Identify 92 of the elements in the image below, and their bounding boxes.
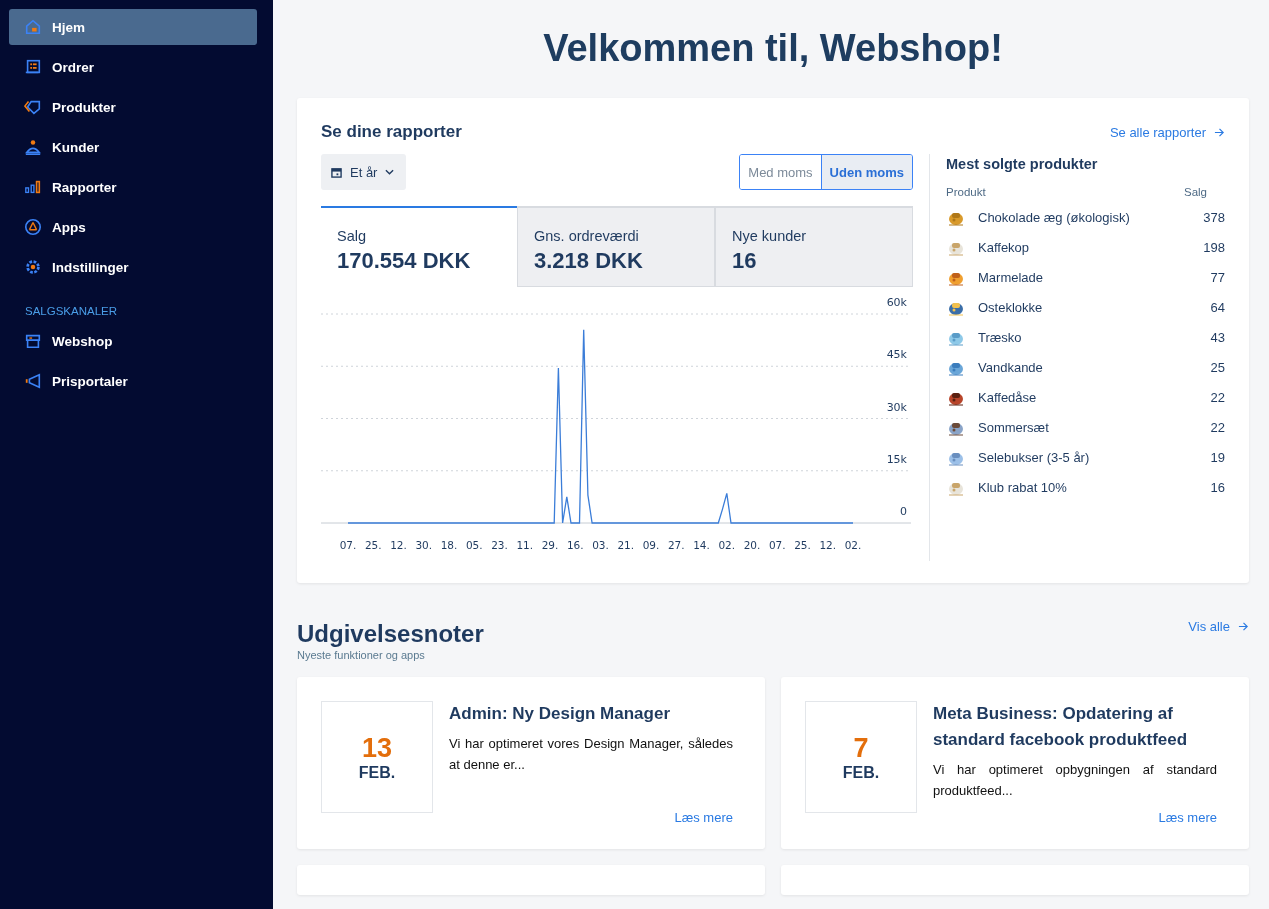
product-name: Sommersæt — [978, 419, 1050, 435]
sidebar-item[interactable]: Prisportaler — [9, 363, 257, 399]
axis-label: 07. — [768, 539, 786, 551]
sidebar-item[interactable]: Produkter — [9, 89, 257, 125]
section-title: Se dine rapporter — [321, 122, 462, 142]
axis-label: 11. — [516, 539, 534, 551]
sidebar-item[interactable]: Kunder — [9, 129, 257, 165]
axis-label: 15k — [886, 452, 907, 466]
axis-label: 25. — [364, 539, 382, 551]
sales-count: 19 — [1210, 449, 1225, 465]
sales-count: 25 — [1210, 359, 1225, 375]
date-month: FEB. — [842, 764, 880, 782]
arrow-right-icon — [1214, 126, 1225, 138]
see-all-link[interactable]: Vis alle — [1188, 619, 1249, 634]
axis-label: 0 — [900, 505, 907, 518]
axis-label: 20. — [743, 539, 761, 551]
axis-label: 23. — [491, 539, 508, 551]
axis-label: 60k — [886, 296, 907, 309]
date-month: FEB. — [358, 764, 396, 782]
bar-chart-icon — [24, 178, 42, 196]
date-day: 13 — [361, 732, 392, 764]
sales-count: 16 — [1210, 479, 1225, 495]
axis-label: 05. — [465, 539, 483, 551]
section-heading: SALGSKANALER — [24, 304, 119, 319]
note-title: Meta Business: Opdatering af standard facebook produktfeed — [933, 703, 1189, 751]
panel-title: Mest solgte produkter — [946, 156, 1099, 172]
column-header: Salg — [1183, 186, 1207, 198]
sales-count: 43 — [1210, 329, 1225, 345]
arrow-right-icon — [1238, 621, 1249, 632]
axis-label: 21. — [617, 539, 635, 551]
calendar-icon — [331, 166, 342, 178]
sidebar-item[interactable]: Apps — [9, 209, 257, 245]
apps-icon — [24, 218, 42, 236]
read-more-link[interactable]: Læs mere — [674, 810, 733, 825]
axis-label: 02. — [718, 539, 736, 551]
person-icon — [24, 138, 42, 156]
axis-label: 29. — [541, 539, 559, 551]
axis-label: 02. — [844, 539, 862, 551]
page-title: Velkommen til, Webshop! — [542, 26, 1004, 71]
axis-label: 30k — [886, 400, 907, 414]
sidebar-item[interactable]: Indstillinger — [9, 249, 257, 285]
sales-count: 22 — [1210, 389, 1225, 405]
axis-label: 25. — [794, 539, 811, 551]
see-all-reports-link[interactable]: Se alle rapporter — [1109, 124, 1225, 140]
sidebar-item[interactable]: Rapporter — [9, 169, 257, 205]
sidebar-item[interactable]: Hjem — [9, 9, 257, 45]
metric-tab[interactable]: Nye kunder 16 — [715, 206, 913, 287]
product-name: Træsko — [978, 329, 1023, 345]
note-text: Vi har optimeret opbygningen af standard produktfeed... — [933, 761, 1217, 800]
product-name: Kaffedåse — [978, 389, 1038, 405]
axis-label: 12. — [390, 539, 407, 551]
axis-label: 27. — [667, 539, 685, 551]
product-name: Selebukser (3-5 år) — [978, 449, 1091, 465]
read-more-link[interactable]: Læs mere — [1158, 810, 1217, 825]
product-name: Vandkande — [978, 359, 1044, 375]
product-name: Marmelade — [978, 269, 1045, 285]
axis-label: 03. — [592, 539, 609, 551]
settings-icon — [24, 258, 42, 276]
sales-count: 77 — [1210, 269, 1225, 285]
vat-toggle-option[interactable]: Uden moms — [820, 155, 912, 189]
axis-label: 16. — [566, 539, 584, 551]
axis-label: 30. — [415, 539, 433, 551]
house-icon — [24, 18, 42, 36]
axis-label: 07. — [339, 539, 357, 551]
store-icon — [24, 332, 42, 350]
sales-count: 22 — [1210, 419, 1225, 435]
sidebar-item[interactable]: Webshop — [9, 323, 257, 359]
note-text: Vi har optimeret vores Design Manager, således at denne er... — [449, 735, 733, 774]
section-title: Udgivelsesnoter — [297, 620, 484, 647]
section-subtitle: Nyeste funktioner og apps — [297, 649, 426, 661]
tag-icon — [24, 98, 42, 116]
sales-count: 64 — [1210, 299, 1225, 315]
axis-label: 18. — [440, 539, 458, 551]
receipt-icon — [24, 58, 42, 76]
product-name: Chokolade æg (økologisk) — [978, 209, 1131, 225]
product-name: Osteklokke — [978, 299, 1044, 315]
date-day: 7 — [853, 732, 869, 764]
axis-label: 12. — [819, 539, 837, 551]
megaphone-icon — [24, 372, 42, 390]
sales-count: 378 — [1203, 209, 1225, 225]
axis-label: 09. — [642, 539, 660, 551]
product-name: Kaffekop — [978, 239, 1031, 255]
sales-count: 198 — [1203, 239, 1225, 255]
note-title: Admin: Ny Design Manager — [449, 703, 672, 725]
sidebar-item[interactable]: Ordrer — [9, 49, 257, 85]
column-header: Produkt — [946, 186, 986, 198]
metric-tab[interactable]: Gns. ordreværdi 3.218 DKK — [517, 206, 715, 287]
caret-icon — [385, 169, 395, 175]
axis-label: 14. — [693, 539, 710, 551]
axis-label: 45k — [886, 348, 907, 362]
period-dropdown[interactable]: Et år — [321, 154, 407, 190]
product-name: Klub rabat 10% — [978, 479, 1068, 495]
